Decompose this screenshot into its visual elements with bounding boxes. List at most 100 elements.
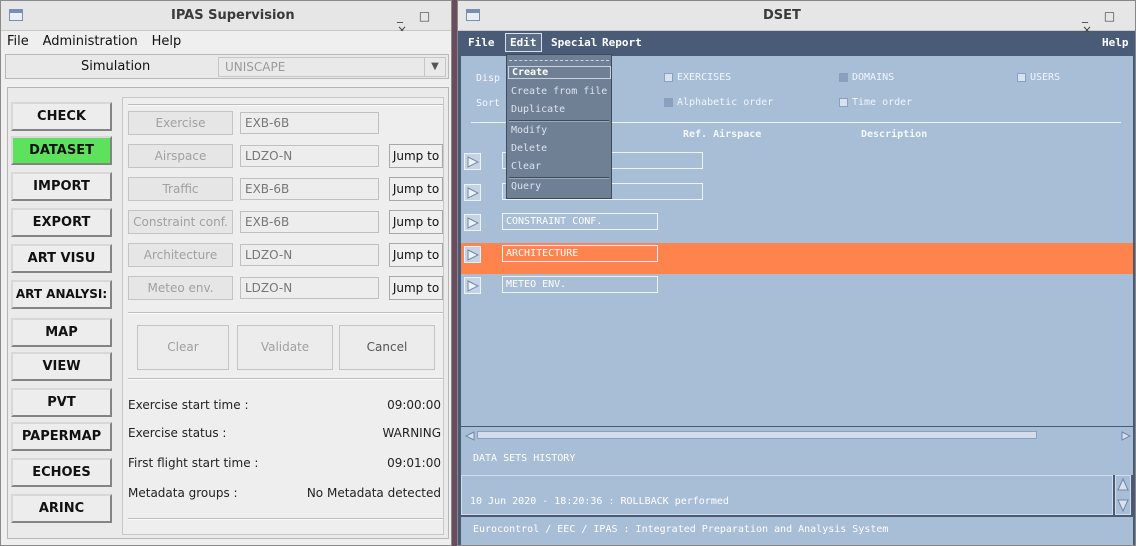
- meteo-env-jump-button[interactable]: Jump to: [389, 276, 443, 300]
- exercises-checkbox[interactable]: EXERCISES: [664, 72, 731, 83]
- constraint-conf-field[interactable]: EXB-6B: [240, 211, 379, 233]
- menu-item-duplicate[interactable]: Duplicate: [511, 104, 565, 115]
- art-analysis-button[interactable]: ART ANALYSI:: [11, 280, 112, 309]
- status-bar: Eurocontrol / EEC / IPAS : Integrated Pr…: [461, 517, 1133, 545]
- check-button[interactable]: CHECK: [11, 102, 112, 131]
- menu-bar: File Administration Help: [1, 31, 451, 53]
- export-button[interactable]: EXPORT: [11, 208, 112, 237]
- constraint-conf-row[interactable]: CONSTRAINT CONF.: [502, 213, 658, 230]
- clear-button[interactable]: Clear: [137, 325, 229, 370]
- sort-label: Sort: [476, 98, 501, 109]
- traffic-button[interactable]: Traffic: [128, 177, 233, 201]
- import-button[interactable]: IMPORT: [11, 172, 112, 201]
- domains-checkbox[interactable]: DOMAINS: [839, 72, 894, 83]
- row-select-button[interactable]: [464, 277, 481, 294]
- vertical-scrollbar[interactable]: [1115, 475, 1131, 515]
- meteo-env-row[interactable]: METEO ENV.: [502, 276, 658, 293]
- scroll-left-icon[interactable]: [464, 430, 475, 441]
- airspace-field[interactable]: LDZO-N: [240, 145, 379, 167]
- map-button[interactable]: MAP: [11, 318, 112, 347]
- window-title: IPAS Supervision: [171, 8, 295, 23]
- footer-text: Eurocontrol / EEC / IPAS : Integrated Pr…: [473, 524, 889, 535]
- menu-item-create-from-file[interactable]: Create from file: [511, 86, 607, 97]
- metadata-groups-value: No Metadata detected: [306, 486, 441, 500]
- menu-administration[interactable]: Administration: [43, 34, 138, 49]
- users-checkbox[interactable]: USERS: [1017, 72, 1060, 83]
- meteo-env-field[interactable]: LDZO-N: [240, 277, 379, 299]
- title-bar[interactable]: IPAS Supervision _ □ ×: [1, 1, 451, 37]
- view-button[interactable]: VIEW: [11, 352, 112, 381]
- simulation-row: Simulation UNISCAPE ▼: [5, 54, 449, 79]
- exercise-status-value: WARNING: [382, 426, 441, 440]
- menu-help[interactable]: Help: [152, 34, 182, 49]
- row-select-button[interactable]: [464, 214, 481, 231]
- tearoff-line[interactable]: [509, 60, 609, 61]
- art-visu-button[interactable]: ART VISU: [11, 244, 112, 273]
- menu-item-modify[interactable]: Modify: [511, 125, 547, 136]
- exercise-status-label: Exercise status :: [128, 426, 227, 440]
- window-title: DSET: [763, 8, 801, 23]
- metadata-groups-label: Metadata groups :: [128, 486, 238, 500]
- menu-special[interactable]: Special: [551, 36, 597, 49]
- architecture-button[interactable]: Architecture: [128, 243, 233, 267]
- simulation-value: UNISCAPE: [225, 60, 286, 74]
- time-order-radio[interactable]: Time order: [839, 97, 912, 108]
- row-select-button[interactable]: [464, 184, 481, 201]
- description-header: Description: [861, 129, 928, 140]
- menu-edit[interactable]: Edit: [505, 33, 542, 52]
- constraint-conf-button[interactable]: Constraint conf.: [128, 210, 233, 234]
- divider: [128, 378, 443, 380]
- menu-separator: [509, 120, 609, 122]
- ref-airspace-header: Ref. Airspace: [683, 129, 762, 140]
- dataset-button[interactable]: DATASET: [11, 136, 112, 165]
- menu-report[interactable]: Report: [602, 36, 642, 49]
- menu-item-query[interactable]: Query: [511, 181, 541, 192]
- architecture-row[interactable]: ARCHITECTURE: [502, 245, 658, 262]
- row-select-button[interactable]: [464, 246, 481, 263]
- menu-bar: File Edit Special Report Help: [458, 32, 1135, 55]
- scroll-thumb[interactable]: [477, 431, 1037, 439]
- pvt-button[interactable]: PVT: [11, 388, 112, 417]
- window-icon: [9, 9, 23, 21]
- exercise-start-time-label: Exercise start time :: [128, 398, 249, 412]
- arinc-button[interactable]: ARINC: [11, 494, 112, 523]
- horizontal-scrollbar[interactable]: [461, 427, 1133, 443]
- divider: [128, 518, 443, 520]
- constraint-conf-jump-button[interactable]: Jump to: [389, 210, 443, 234]
- divider: [128, 312, 443, 314]
- traffic-field[interactable]: EXB-6B: [240, 178, 379, 200]
- history-label: DATA SETS HISTORY: [473, 453, 576, 464]
- exercise-field[interactable]: EXB-6B: [240, 112, 379, 134]
- history-entry: 10 Jun 2020 - 18:20:36 : ROLLBACK perfor…: [470, 496, 729, 507]
- scroll-right-icon[interactable]: [1121, 430, 1132, 441]
- menu-item-delete[interactable]: Delete: [511, 143, 547, 154]
- menu-file[interactable]: File: [7, 34, 29, 49]
- dset-window: DSET _ □ × File Edit Special Report Help…: [457, 0, 1136, 546]
- airspace-button[interactable]: Airspace: [128, 144, 233, 168]
- menu-item-clear[interactable]: Clear: [511, 161, 541, 172]
- simulation-select[interactable]: UNISCAPE ▼: [218, 57, 446, 77]
- exercise-button[interactable]: Exercise: [128, 111, 233, 135]
- menu-file[interactable]: File: [468, 36, 495, 49]
- papermap-button[interactable]: PAPERMAP: [11, 422, 112, 451]
- title-bar[interactable]: DSET _ □ ×: [458, 1, 1135, 37]
- menu-item-create[interactable]: Create: [508, 66, 611, 79]
- window-icon: [466, 9, 480, 21]
- first-flight-start-time-label: First flight start time :: [128, 456, 259, 470]
- chevron-down-icon[interactable]: ▼: [424, 58, 445, 76]
- alphabetic-order-radio[interactable]: Alphabetic order: [664, 97, 773, 108]
- simulation-label: Simulation: [81, 59, 151, 74]
- divider: [128, 104, 443, 106]
- architecture-field[interactable]: LDZO-N: [240, 244, 379, 266]
- history-log: 10 Jun 2020 - 18:20:36 : ROLLBACK perfor…: [461, 475, 1113, 515]
- meteo-env-button[interactable]: Meteo env.: [128, 276, 233, 300]
- architecture-jump-button[interactable]: Jump to: [389, 243, 443, 267]
- cancel-button[interactable]: Cancel: [339, 325, 435, 370]
- row-select-button[interactable]: [464, 153, 481, 170]
- edit-menu: Create Create from file Duplicate Modify…: [506, 54, 612, 199]
- echoes-button[interactable]: ECHOES: [11, 458, 112, 487]
- traffic-jump-button[interactable]: Jump to: [389, 177, 443, 201]
- validate-button[interactable]: Validate: [237, 325, 333, 370]
- menu-help[interactable]: Help: [1102, 36, 1129, 49]
- airspace-jump-button[interactable]: Jump to: [389, 144, 443, 168]
